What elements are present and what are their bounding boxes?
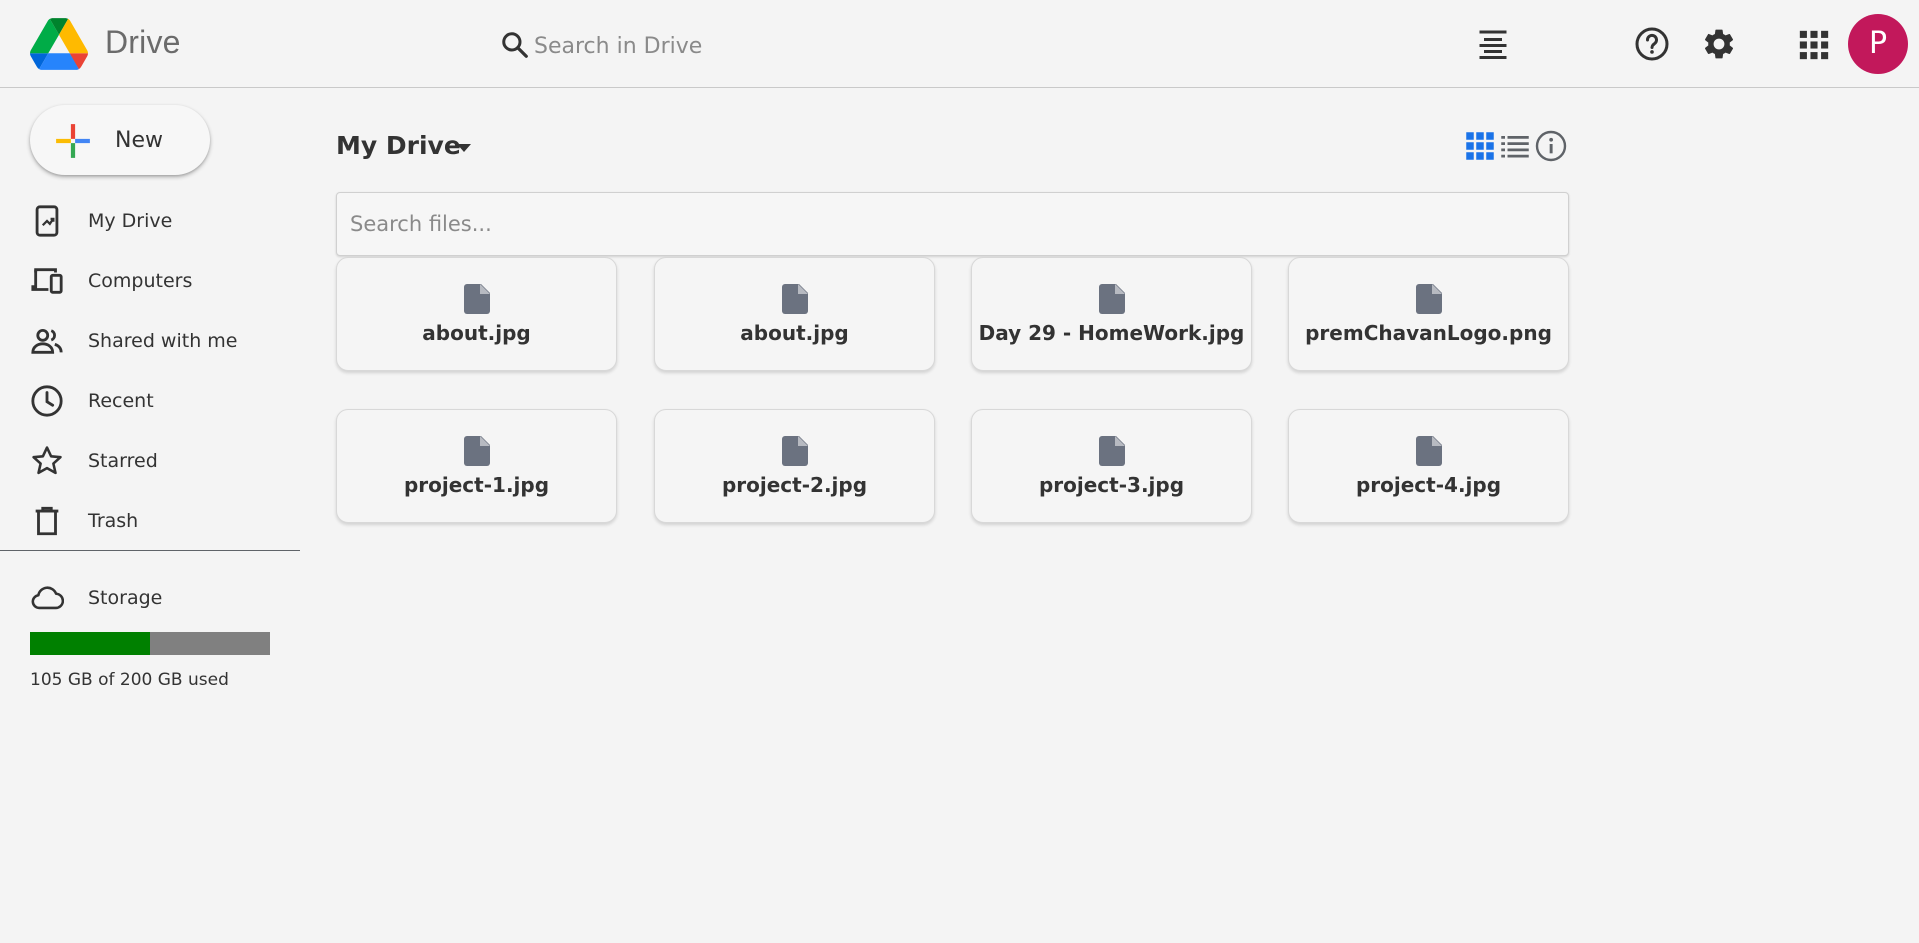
file-search-input[interactable] [336, 192, 1569, 256]
file-icon [464, 436, 490, 466]
file-card[interactable]: premChavanLogo.png [1288, 257, 1569, 371]
list-view-icon[interactable] [1500, 131, 1530, 161]
help-icon[interactable] [1634, 26, 1670, 62]
my-drive-icon [35, 205, 59, 237]
plus-icon [56, 124, 90, 158]
search-icon[interactable] [500, 30, 530, 60]
sidebar-item-my-drive[interactable]: My Drive [0, 195, 300, 245]
search-options-icon[interactable] [1475, 26, 1511, 62]
page-title[interactable]: My Drive [336, 131, 461, 160]
grid-view-icon[interactable] [1465, 131, 1495, 161]
file-icon [782, 284, 808, 314]
sidebar-item-label: Starred [88, 450, 158, 472]
file-icon [1416, 436, 1442, 466]
file-card[interactable]: project-4.jpg [1288, 409, 1569, 523]
sidebar-item-recent[interactable]: Recent [0, 375, 300, 425]
file-card[interactable]: Day 29 - HomeWork.jpg [971, 257, 1252, 371]
file-card[interactable]: about.jpg [336, 257, 617, 371]
clock-icon [31, 385, 63, 417]
file-name: premChavanLogo.png [1305, 321, 1552, 345]
sidebar-item-computers[interactable]: Computers [0, 255, 300, 305]
file-card[interactable]: about.jpg [654, 257, 935, 371]
file-name: project-3.jpg [1038, 473, 1185, 497]
file-name: project-2.jpg [721, 473, 868, 497]
file-card[interactable]: project-3.jpg [971, 409, 1252, 523]
file-icon [464, 284, 490, 314]
chevron-down-icon[interactable] [456, 143, 472, 153]
storage-bar-used [30, 632, 150, 655]
cloud-icon [31, 586, 64, 610]
file-icon [1099, 436, 1125, 466]
file-name: project-1.jpg [403, 473, 550, 497]
app-title: Drive [105, 24, 181, 60]
apps-grid-icon[interactable] [1797, 28, 1831, 62]
storage-label: Storage [88, 587, 163, 609]
file-card[interactable]: project-2.jpg [654, 409, 935, 523]
sidebar-item-starred[interactable]: Starred [0, 435, 300, 485]
storage-usage-text: 105 GB of 200 GB used [30, 670, 229, 690]
sidebar-divider [0, 550, 300, 551]
file-name: about.jpg [422, 321, 531, 345]
computers-icon [31, 268, 63, 294]
file-icon [1416, 284, 1442, 314]
file-name: about.jpg [740, 321, 849, 345]
new-button-label: New [115, 128, 163, 153]
sidebar-item-storage[interactable]: Storage [0, 572, 300, 622]
file-card[interactable]: project-1.jpg [336, 409, 617, 523]
top-bar: Drive P [0, 0, 1919, 88]
sidebar-item-shared-with-me[interactable]: Shared with me [0, 315, 300, 365]
sidebar-item-label: Recent [88, 390, 154, 412]
drive-search-input[interactable] [534, 28, 1094, 64]
avatar[interactable]: P [1848, 14, 1908, 74]
file-icon [1099, 284, 1125, 314]
sidebar-item-label: Computers [88, 270, 193, 292]
sidebar-item-label: Shared with me [88, 330, 238, 352]
file-name: Day 29 - HomeWork.jpg [978, 321, 1245, 345]
drive-logo[interactable] [30, 18, 88, 70]
new-button[interactable]: New [30, 105, 210, 175]
storage-bar [30, 632, 270, 655]
trash-icon [35, 506, 59, 536]
gear-icon[interactable] [1701, 26, 1737, 62]
sidebar-item-label: My Drive [88, 210, 173, 232]
file-name: project-4.jpg [1355, 473, 1502, 497]
info-icon[interactable] [1535, 130, 1567, 162]
star-icon [32, 446, 62, 475]
file-icon [782, 436, 808, 466]
sidebar-item-label: Trash [88, 510, 139, 532]
sidebar-item-trash[interactable]: Trash [0, 495, 300, 545]
shared-icon [31, 328, 63, 354]
